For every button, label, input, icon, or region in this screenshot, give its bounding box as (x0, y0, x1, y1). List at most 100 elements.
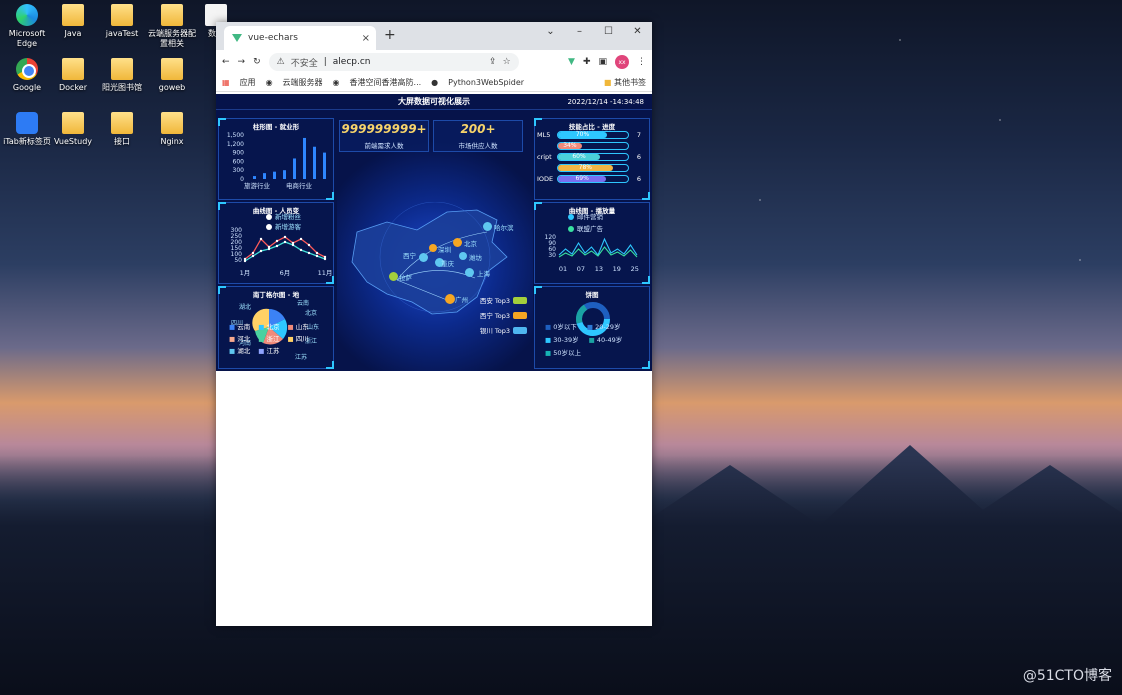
close-tab-icon[interactable]: × (362, 33, 370, 44)
legend-item[interactable]: ■ 云南 (229, 321, 250, 331)
map-city-dot[interactable] (429, 244, 437, 252)
progress-label: IODE (537, 175, 554, 183)
legend-item[interactable]: ■ 湖北 (229, 345, 250, 355)
forward-button[interactable]: → (238, 57, 246, 67)
profile-avatar[interactable]: xx (615, 55, 629, 69)
desktop-icon-vuestudy[interactable]: VueStudy (46, 112, 100, 147)
legend-item[interactable]: ■ 30-39岁 (545, 334, 579, 344)
legend-label: 40-49岁 (596, 336, 623, 344)
map-city-dot[interactable] (389, 272, 398, 281)
legend-swatch: ■ (545, 323, 552, 331)
x-tick-label: 电商行业 (286, 181, 313, 190)
stat-market-supply: 200+ 市场供应人数 (433, 120, 523, 152)
map-city-dot[interactable] (459, 252, 467, 260)
legend-item[interactable]: ■ 20-29岁 (587, 321, 621, 331)
menu-icon[interactable]: ⋮ (637, 57, 646, 67)
data-point (307, 243, 311, 247)
bookmark-python[interactable]: Python3WebSpider (448, 78, 524, 87)
folder-icon: ■ (603, 78, 612, 87)
apps-icon[interactable]: ▦ (222, 78, 230, 87)
bookmark-star-icon[interactable]: ☆ (503, 57, 511, 67)
map-legend-item[interactable]: 西宁 Top3 (480, 310, 527, 320)
bookmark-cloud[interactable]: 云端服务器 (283, 77, 323, 88)
panel-bar-chart: 柱形图 - 就业形 1,500 1,200 900 600 300 0 旅游行业 电商行业 (218, 118, 334, 200)
map-city-dot[interactable] (419, 253, 428, 262)
rose-label: 湖北 (239, 303, 251, 311)
new-tab-button[interactable]: + (384, 27, 396, 43)
folder-icon (111, 112, 133, 134)
desktop-icon-library[interactable]: 阳光图书馆 (95, 58, 149, 93)
map-city-dot[interactable] (453, 238, 462, 247)
side-panel-icon[interactable]: ▣ (598, 57, 607, 67)
data-point (315, 254, 319, 258)
desktop-icon-api[interactable]: 接口 (95, 112, 149, 147)
bookmark-other[interactable]: ■ 其他书签 (604, 77, 646, 88)
bar (273, 171, 276, 179)
data-point (275, 239, 279, 243)
progress-track: 78% (557, 164, 629, 172)
desktop-icon-label: javaTest (105, 29, 139, 38)
minimize-button[interactable]: – (565, 22, 594, 42)
page-viewport: 大屏数据可视化展示 2022/12/14 -14:34:48 柱形图 - 就业形… (216, 94, 652, 626)
folder-icon (62, 4, 84, 26)
legend-label: 联盟广告 (577, 224, 604, 233)
data-point (259, 249, 263, 253)
progress-track: 69% (557, 175, 629, 183)
desktop-icon-goweb[interactable]: goweb (146, 58, 198, 93)
legend-item[interactable]: ■ 山东 (287, 321, 308, 331)
legend-item[interactable]: ■ 河北 (229, 333, 250, 343)
folder-icon (161, 112, 183, 134)
data-point (251, 254, 255, 258)
url-text[interactable]: alecp.cn (333, 57, 371, 67)
legend-item[interactable]: ■ 0岁以下 (545, 321, 577, 331)
security-label[interactable]: 不安全 (291, 56, 318, 69)
y-tick-label: 900 (233, 150, 245, 157)
back-button[interactable]: ← (222, 57, 230, 67)
desktop-icon-label: Microsoft Edge (8, 29, 46, 48)
desktop-icon-label: Nginx (160, 137, 184, 146)
desktop-icon-label: iTab新标签页 (3, 137, 51, 146)
map-legend-item[interactable]: 银川 Top3 (480, 325, 527, 335)
data-point (267, 247, 271, 251)
bar (253, 176, 256, 179)
legend-label: 西宁 Top3 (479, 312, 510, 320)
y-tick-label: 300 (233, 167, 245, 174)
legend-swatch (513, 311, 527, 319)
tab-search-icon[interactable]: ⌄ (536, 22, 565, 42)
share-icon[interactable]: ⇪ (489, 57, 497, 67)
desktop-icon-java[interactable]: Java (46, 4, 100, 39)
reload-button[interactable]: ↻ (253, 57, 261, 67)
maximize-button[interactable]: ☐ (594, 22, 623, 42)
legend-label: 50岁以上 (553, 349, 582, 357)
legend-item[interactable]: ■ 江苏 (258, 345, 279, 355)
legend-item[interactable]: ■ 四川 (287, 333, 308, 343)
desktop-icon-cloud-config[interactable]: 云端服务器配置相关 (146, 4, 198, 49)
legend-item[interactable]: ■ 40-49岁 (589, 334, 623, 344)
city-label: 潍坊 (469, 254, 482, 262)
legend-item[interactable]: ■ 北京 (258, 321, 279, 331)
tab-vue-echars[interactable]: vue-echars × (224, 26, 376, 50)
chrome-icon (16, 58, 38, 80)
data-point (275, 244, 279, 248)
map-city-dot[interactable] (445, 294, 455, 304)
legend-label: 河北 (237, 335, 251, 343)
desktop-icon-docker[interactable]: Docker (46, 58, 100, 93)
divider: | (323, 57, 327, 67)
legend-marker (568, 214, 574, 220)
desktop-icon-nginx[interactable]: Nginx (146, 112, 198, 147)
legend-item[interactable]: ■ 浙江 (258, 333, 279, 343)
map-city-dot[interactable] (465, 268, 474, 277)
bookmark-apps[interactable]: 应用 (240, 77, 256, 88)
map-legend-item[interactable]: 西安 Top3 (480, 295, 527, 305)
extensions-icon[interactable]: ✚ (583, 57, 591, 67)
legend-label: 北京 (266, 323, 280, 331)
close-window-button[interactable]: ✕ (623, 22, 652, 42)
city-label: 上海 (477, 270, 490, 278)
legend-item[interactable]: ■ 50岁以上 (545, 347, 581, 357)
vue-devtools-icon[interactable]: ▼ (568, 57, 575, 67)
address-bar[interactable]: ⚠ 不安全 | alecp.cn ⇪ ☆ (268, 53, 519, 71)
map-city-dot[interactable] (483, 222, 492, 231)
bookmark-hk[interactable]: 香港空间香港高防... (350, 77, 422, 88)
desktop-icon-javatest[interactable]: javaTest (95, 4, 149, 39)
data-point (299, 237, 303, 241)
